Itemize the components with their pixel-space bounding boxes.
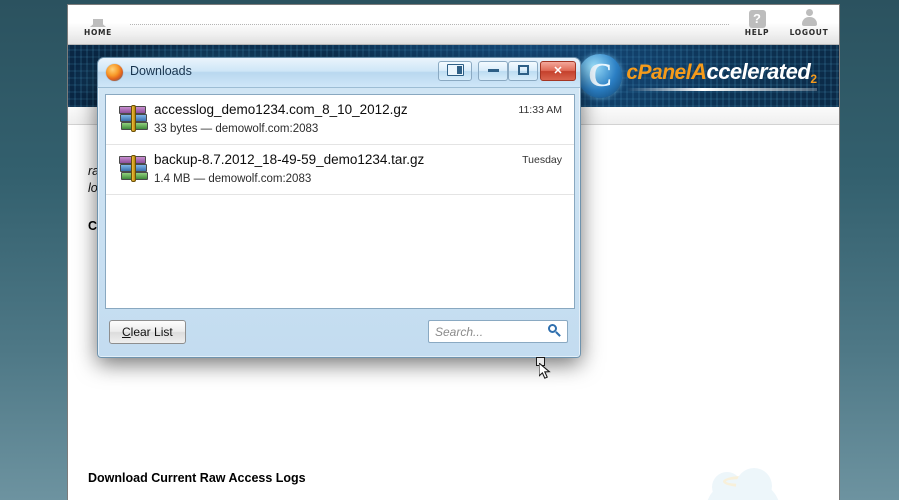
question-mark-icon: ? (731, 8, 783, 28)
nav-home[interactable]: HOME (72, 8, 124, 37)
download-time: 11:33 AM (518, 104, 562, 116)
person-icon (783, 8, 835, 28)
desktop-background: HOME ? HELP LOGOUT cPanelAccele (0, 0, 899, 500)
minimize-button[interactable] (478, 61, 508, 81)
search-input[interactable]: Search... (428, 320, 568, 343)
download-time: Tuesday (522, 154, 562, 166)
cpanel-logo: cPanelAccelerated2 (578, 53, 817, 99)
maximize-button[interactable] (508, 61, 538, 81)
downloads-window: Downloads ✕ accesslog_demo1234.com_8_10_… (97, 57, 581, 358)
logo-product-initial: A (691, 59, 707, 85)
search-placeholder: Search... (435, 325, 484, 339)
archive-file-icon (119, 105, 149, 133)
nav-divider (130, 24, 729, 25)
logo-brand: cPanel (626, 61, 692, 85)
minimize-icon (487, 69, 499, 72)
download-filename: accesslog_demo1234.com_8_10_2012.gz (154, 102, 408, 117)
halo-icon (723, 476, 763, 487)
downloads-footer: Clear List Search... (98, 312, 580, 357)
logo-product: ccelerated (706, 59, 811, 85)
nav-help[interactable]: ? HELP (731, 8, 783, 37)
cpanel-logo-icon (578, 54, 623, 98)
downloads-list[interactable]: accesslog_demo1234.com_8_10_2012.gz 33 b… (105, 94, 575, 309)
nav-help-label: HELP (744, 28, 770, 37)
clear-list-accel: C (122, 325, 131, 339)
nav-logout[interactable]: LOGOUT (783, 8, 835, 37)
clear-list-label: lear List (130, 325, 173, 339)
maximize-icon (517, 65, 529, 75)
clear-list-button[interactable]: Clear List (109, 320, 186, 344)
list-item[interactable]: backup-8.7.2012_18-49-59_demo1234.tar.gz… (106, 145, 574, 195)
config-heading: C (88, 219, 98, 233)
magnifier-icon[interactable] (547, 324, 562, 340)
download-filename: backup-8.7.2012_18-49-59_demo1234.tar.gz (154, 152, 425, 167)
toggle-panel-button[interactable] (438, 61, 472, 81)
panel-icon (446, 64, 464, 76)
download-logs-heading: Download Current Raw Access Logs (88, 471, 306, 485)
nav-logout-label: LOGOUT (789, 28, 829, 37)
window-title: Downloads (130, 64, 192, 78)
download-meta: 33 bytes — demowolf.com:2083 (154, 123, 319, 135)
close-button[interactable]: ✕ (540, 61, 576, 81)
cpanel-logo-text: cPanelAccelerated2 (626, 59, 817, 91)
downloads-title-bar[interactable]: Downloads ✕ (98, 58, 580, 88)
firefox-icon (106, 64, 123, 81)
logo-underline (626, 87, 817, 91)
download-meta: 1.4 MB — demowolf.com:2083 (154, 173, 312, 185)
nav-home-label: HOME (83, 28, 113, 37)
logo-version: 2 (810, 72, 817, 87)
home-icon (72, 8, 124, 28)
list-item[interactable]: accesslog_demo1234.com_8_10_2012.gz 33 b… (106, 95, 574, 145)
top-navigation-bar: HOME ? HELP LOGOUT (68, 5, 839, 45)
archive-file-icon (119, 155, 149, 183)
